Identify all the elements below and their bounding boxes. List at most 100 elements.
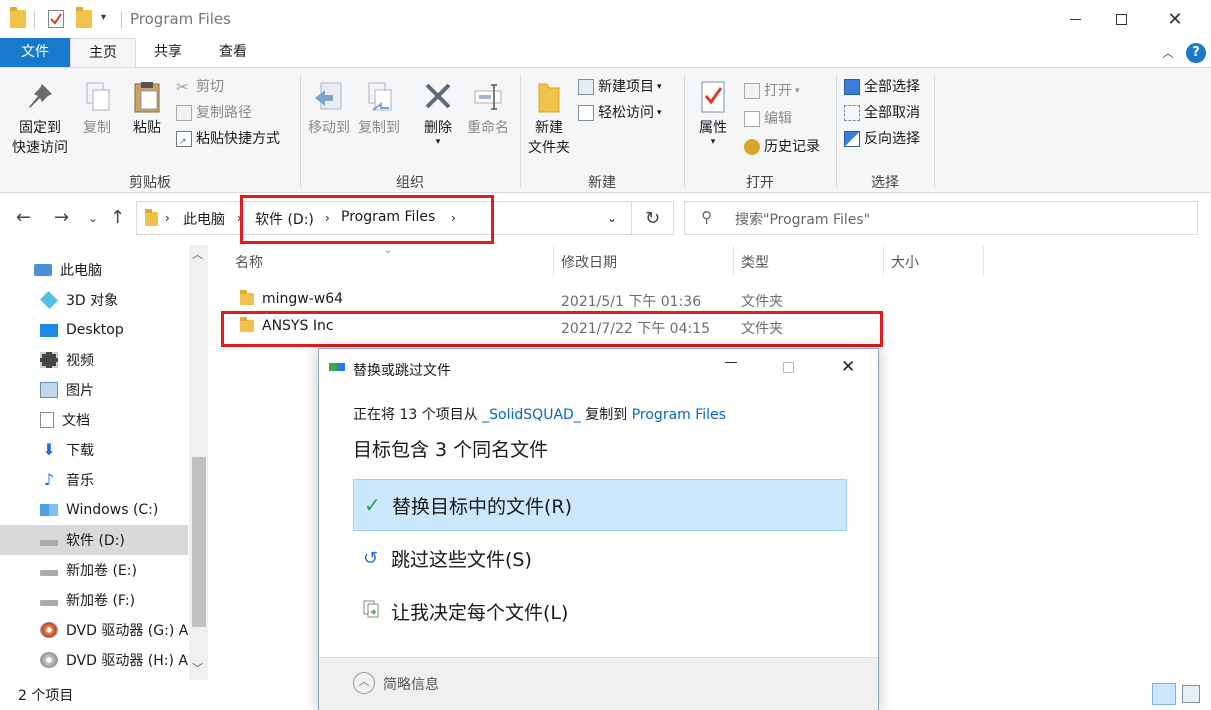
column-date[interactable]: 修改日期 bbox=[561, 252, 617, 272]
column-size[interactable]: 大小 bbox=[891, 252, 919, 272]
minimize-button[interactable] bbox=[1052, 0, 1098, 38]
select-none-icon bbox=[844, 105, 860, 121]
move-to-label: 移动到 bbox=[308, 120, 350, 136]
delete-dropdown-icon[interactable]: ▾ bbox=[416, 138, 460, 147]
move-to-button[interactable]: 移动到 bbox=[304, 80, 354, 138]
open-label: 打开 bbox=[764, 83, 792, 99]
details-view-icon[interactable] bbox=[1152, 683, 1176, 705]
pin-label-1: 固定到 bbox=[19, 120, 61, 136]
nav-3d-objects[interactable]: 3D 对象 bbox=[0, 285, 188, 315]
replace-files-option[interactable]: ✓ 替换目标中的文件(R) bbox=[353, 479, 847, 531]
compare-files-icon bbox=[363, 600, 385, 623]
new-item-button[interactable]: 新建项目 ▾ bbox=[578, 76, 662, 98]
scrollbar-thumb[interactable] bbox=[192, 457, 206, 627]
open-button[interactable]: 打开 ▾ bbox=[744, 80, 800, 102]
tab-view[interactable]: 查看 bbox=[200, 38, 266, 67]
rename-button[interactable]: 重命名 bbox=[462, 80, 514, 138]
edit-button[interactable]: 编辑 bbox=[744, 108, 792, 130]
nav-this-pc[interactable]: 此电脑 bbox=[0, 255, 188, 285]
nav-pictures[interactable]: 图片 bbox=[0, 375, 188, 405]
dialog-close-button[interactable]: ✕ bbox=[841, 357, 855, 377]
address-dropdown-icon[interactable]: ⌄ bbox=[607, 211, 617, 225]
nav-desktop[interactable]: Desktop bbox=[0, 315, 188, 345]
separator bbox=[121, 12, 122, 28]
history-button[interactable]: 历史记录 bbox=[744, 136, 820, 158]
properties-dropdown-icon[interactable]: ▾ bbox=[690, 138, 736, 147]
nav-drive-c[interactable]: Windows (C:) bbox=[0, 495, 188, 525]
crumb-chevron-icon[interactable]: › bbox=[165, 211, 170, 225]
pin-quick-access-button[interactable]: 固定到 快速访问 bbox=[8, 80, 72, 158]
scroll-up-icon[interactable]: ︿ bbox=[192, 246, 203, 262]
new-folder-quick-icon[interactable] bbox=[76, 7, 92, 28]
nav-documents[interactable]: 文档 bbox=[0, 405, 188, 435]
drive-icon bbox=[40, 570, 58, 576]
nav-dvd-g[interactable]: DVD 驱动器 (G:) A bbox=[0, 615, 188, 645]
properties-quick-icon[interactable] bbox=[48, 10, 64, 28]
computer-icon bbox=[34, 264, 52, 276]
new-item-dropdown-icon: ▾ bbox=[657, 82, 662, 92]
decide-each-option[interactable]: 让我决定每个文件(L) bbox=[353, 585, 847, 637]
help-icon[interactable]: ? bbox=[1186, 43, 1206, 63]
history-label: 历史记录 bbox=[764, 139, 820, 155]
nav-drive-d[interactable]: 软件 (D:) bbox=[0, 525, 188, 555]
new-folder-button[interactable]: 新建 文件夹 bbox=[524, 80, 574, 158]
easy-access-button[interactable]: 轻松访问 ▾ bbox=[578, 102, 662, 124]
copy-to-button[interactable]: 复制到 bbox=[354, 80, 404, 138]
nav-drive-e[interactable]: 新加卷 (E:) bbox=[0, 555, 188, 585]
nav-music[interactable]: ♪ 音乐 bbox=[0, 465, 188, 495]
invert-selection-button[interactable]: 反向选择 bbox=[844, 128, 920, 150]
document-icon bbox=[40, 412, 54, 428]
tab-share[interactable]: 共享 bbox=[136, 38, 200, 67]
copy-button[interactable]: 复制 bbox=[74, 80, 120, 138]
nav-dvd-h[interactable]: DVD 驱动器 (H:) A bbox=[0, 645, 188, 675]
refresh-icon[interactable]: ↻ bbox=[632, 201, 674, 235]
nav-label: 音乐 bbox=[66, 473, 94, 489]
column-name[interactable]: 名称 bbox=[235, 252, 263, 272]
properties-button[interactable]: 属性 ▾ bbox=[690, 80, 736, 147]
nav-downloads[interactable]: ⬇ 下载 bbox=[0, 435, 188, 465]
column-separator bbox=[733, 246, 734, 276]
nav-drive-f[interactable]: 新加卷 (F:) bbox=[0, 585, 188, 615]
copy-path-button[interactable]: 复制路径 bbox=[176, 102, 252, 124]
dest-folder-link[interactable]: Program Files bbox=[632, 407, 726, 423]
large-icons-view-icon[interactable] bbox=[1182, 685, 1200, 703]
paste-button[interactable]: 粘贴 bbox=[124, 80, 170, 138]
replace-skip-dialog: 替换或跳过文件 ✕ 正在将 13 个项目从 _SolidSQUAD_ 复制到 P… bbox=[318, 348, 879, 710]
collapse-ribbon-icon[interactable]: ︿ bbox=[1162, 44, 1174, 61]
back-arrow-icon[interactable]: ← bbox=[16, 207, 31, 228]
scroll-down-icon[interactable]: ﹀ bbox=[192, 660, 203, 676]
forward-arrow-icon[interactable]: → bbox=[54, 207, 69, 228]
tab-home[interactable]: 主页 bbox=[70, 38, 136, 67]
paste-shortcut-button[interactable]: ↗ 粘贴快捷方式 bbox=[176, 128, 280, 150]
skip-files-option[interactable]: ↺ 跳过这些文件(S) bbox=[353, 532, 847, 584]
up-arrow-icon[interactable]: ↑ bbox=[110, 207, 125, 228]
file-row[interactable]: mingw-w64 2021/5/1 下午 01:36 文件夹 bbox=[222, 286, 882, 314]
select-none-button[interactable]: 全部取消 bbox=[844, 102, 920, 124]
dialog-minimize-button[interactable] bbox=[725, 362, 737, 363]
select-all-label: 全部选择 bbox=[864, 79, 920, 95]
select-all-button[interactable]: 全部选择 bbox=[844, 76, 920, 98]
customize-quick-access-icon[interactable]: ▾ bbox=[101, 12, 106, 23]
search-icon: ⚲ bbox=[701, 208, 712, 226]
checkmark-icon: ✓ bbox=[364, 493, 381, 517]
column-separator bbox=[553, 246, 554, 276]
delete-button[interactable]: 删除 ▾ bbox=[416, 80, 460, 147]
chevron-up-icon[interactable]: ︿ bbox=[353, 672, 375, 694]
source-folder-link[interactable]: _SolidSQUAD_ bbox=[482, 407, 581, 423]
dialog-footer: ︿ 简略信息 bbox=[319, 657, 878, 710]
desktop-icon bbox=[40, 323, 58, 337]
cut-label: 剪切 bbox=[196, 79, 224, 95]
nav-videos[interactable]: 视频 bbox=[0, 345, 188, 375]
close-button[interactable]: ✕ bbox=[1152, 0, 1198, 38]
cut-button[interactable]: ✂ 剪切 bbox=[176, 76, 224, 98]
nav-label: 图片 bbox=[66, 383, 94, 399]
search-box[interactable]: ⚲ 搜索"Program Files" bbox=[684, 201, 1198, 235]
crumb-this-pc[interactable]: 此电脑 bbox=[183, 209, 225, 229]
windows-drive-icon bbox=[40, 504, 58, 516]
edit-icon bbox=[744, 111, 760, 127]
maximize-button[interactable] bbox=[1098, 0, 1144, 38]
column-type[interactable]: 类型 bbox=[741, 252, 769, 272]
recent-locations-icon[interactable]: ⌄ bbox=[88, 211, 98, 225]
tab-file[interactable]: 文件 bbox=[0, 38, 70, 67]
fewer-details-button[interactable]: 简略信息 bbox=[383, 674, 439, 694]
